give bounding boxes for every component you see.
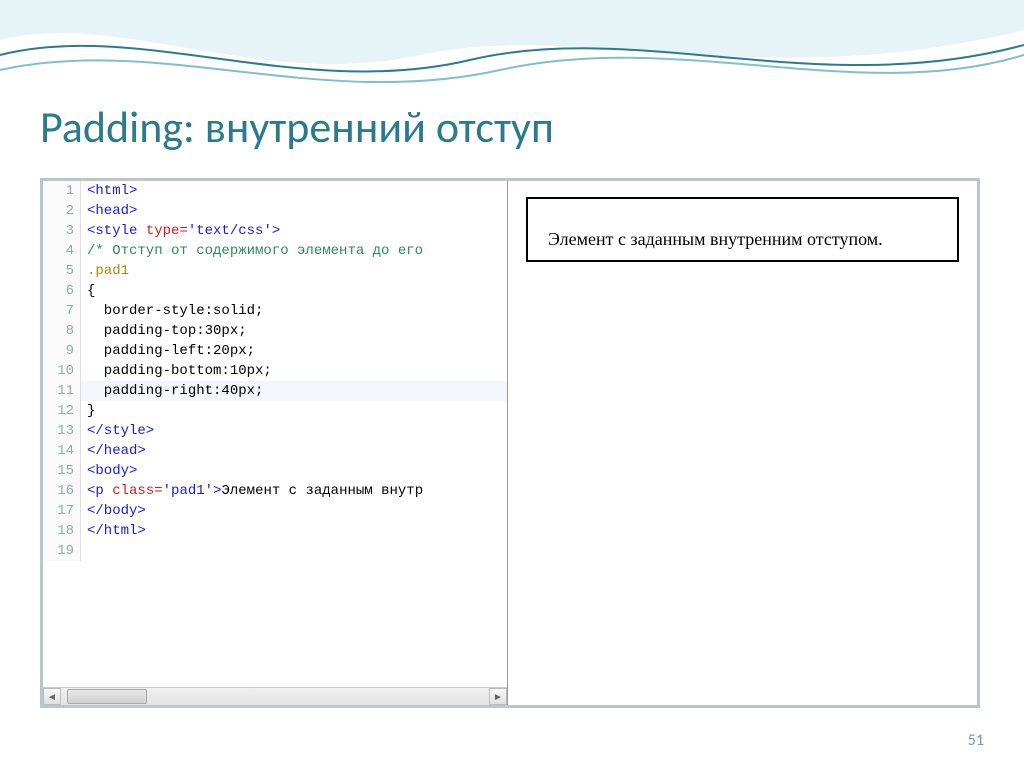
code-area: 1<html> 2<head> 3<style type='text/css'>… bbox=[43, 181, 507, 687]
code-line: 9 padding-left:20px; bbox=[43, 341, 507, 361]
code-line: 6{ bbox=[43, 281, 507, 301]
code-line: 1<html> bbox=[43, 181, 507, 201]
content-frame: 1<html> 2<head> 3<style type='text/css'>… bbox=[40, 178, 980, 708]
code-line: 4/* Отступ от содержимого элемента до ег… bbox=[43, 241, 507, 261]
code-line: 17</body> bbox=[43, 501, 507, 521]
scroll-left-arrow-icon[interactable]: ◄ bbox=[43, 688, 61, 705]
code-line: 5.pad1 bbox=[43, 261, 507, 281]
code-line: 3<style type='text/css'> bbox=[43, 221, 507, 241]
code-line: 15<body> bbox=[43, 461, 507, 481]
code-line: 10 padding-bottom:10px; bbox=[43, 361, 507, 381]
code-line-highlighted: 11 padding-right:40px; bbox=[43, 381, 507, 401]
scroll-thumb[interactable] bbox=[67, 689, 147, 704]
code-line: 12} bbox=[43, 401, 507, 421]
slide: Padding: внутренний отступ 1<html> 2<hea… bbox=[0, 0, 1024, 768]
code-line: 2<head> bbox=[43, 201, 507, 221]
page-number: 51 bbox=[968, 731, 984, 750]
code-editor-pane: 1<html> 2<head> 3<style type='text/css'>… bbox=[43, 181, 508, 705]
slide-title: Padding: внутренний отступ bbox=[40, 100, 554, 154]
code-line: 8 padding-top:30px; bbox=[43, 321, 507, 341]
demo-padded-element: Элемент с заданным внутренним отступом. bbox=[526, 197, 959, 262]
code-line: 19 bbox=[43, 541, 507, 561]
code-line: 13</style> bbox=[43, 421, 507, 441]
decorative-wave bbox=[0, 0, 1024, 110]
code-line: 16<p class='pad1'>Элемент с заданным вну… bbox=[43, 481, 507, 501]
code-line: 7 border-style:solid; bbox=[43, 301, 507, 321]
preview-pane: Элемент с заданным внутренним отступом. bbox=[508, 181, 977, 705]
horizontal-scrollbar[interactable]: ◄ ► bbox=[43, 687, 507, 705]
code-line: 18</html> bbox=[43, 521, 507, 541]
code-line: 14</head> bbox=[43, 441, 507, 461]
scroll-right-arrow-icon[interactable]: ► bbox=[489, 688, 507, 705]
